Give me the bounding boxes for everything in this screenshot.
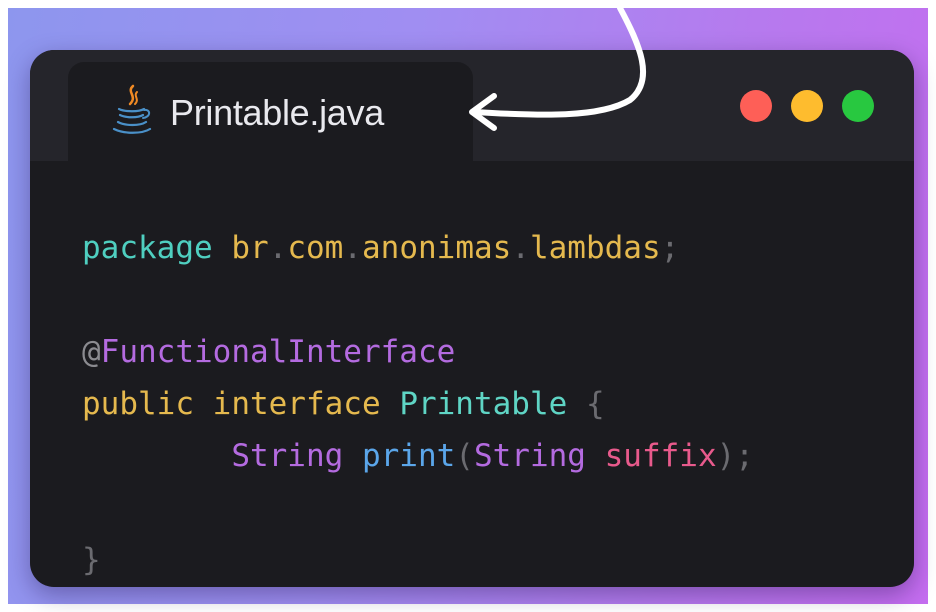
modifier-public: public xyxy=(82,386,194,422)
package-segment: br xyxy=(231,230,269,266)
open-paren: ( xyxy=(455,438,474,474)
code-line-3: @FunctionalInterface xyxy=(82,334,455,370)
open-brace: { xyxy=(585,386,605,422)
method-name: print xyxy=(361,438,456,474)
package-dot: . xyxy=(268,230,288,266)
annotation-name: FunctionalInterface xyxy=(100,334,456,370)
package-segment: anonimas xyxy=(362,230,512,266)
close-brace: } xyxy=(82,542,101,578)
code-line-1: package br.com.anonimas.lambdas; xyxy=(82,230,679,266)
code-window: Printable.java package br.com.anonimas.l… xyxy=(30,50,914,587)
keyword-interface: interface xyxy=(212,386,381,422)
maximize-window-button[interactable] xyxy=(842,90,874,122)
code-editor: package br.com.anonimas.lambdas; @Functi… xyxy=(82,222,754,586)
window-titlebar: Printable.java xyxy=(30,50,914,161)
keyword-package: package xyxy=(82,230,213,266)
tab-printable-java[interactable]: Printable.java xyxy=(68,62,473,161)
close-paren-semicolon: ); xyxy=(716,438,754,474)
close-window-button[interactable] xyxy=(740,90,772,122)
annotation-at: @ xyxy=(82,334,101,370)
param-name: suffix xyxy=(604,438,717,474)
return-type: String xyxy=(231,438,344,474)
interface-name: Printable xyxy=(399,386,568,422)
package-dot: . xyxy=(511,230,530,266)
minimize-window-button[interactable] xyxy=(791,90,823,122)
tab-filename: Printable.java xyxy=(170,92,384,133)
package-segment: com xyxy=(287,230,344,266)
package-dot: . xyxy=(343,230,362,266)
java-coffee-cup-icon xyxy=(112,84,152,134)
semicolon: ; xyxy=(660,230,680,266)
code-line-5: String print(String suffix); xyxy=(82,438,754,474)
code-line-4: public interface Printable { xyxy=(82,386,605,422)
param-type: String xyxy=(473,438,586,474)
window-controls xyxy=(740,90,874,122)
package-segment: lambdas xyxy=(529,230,661,266)
